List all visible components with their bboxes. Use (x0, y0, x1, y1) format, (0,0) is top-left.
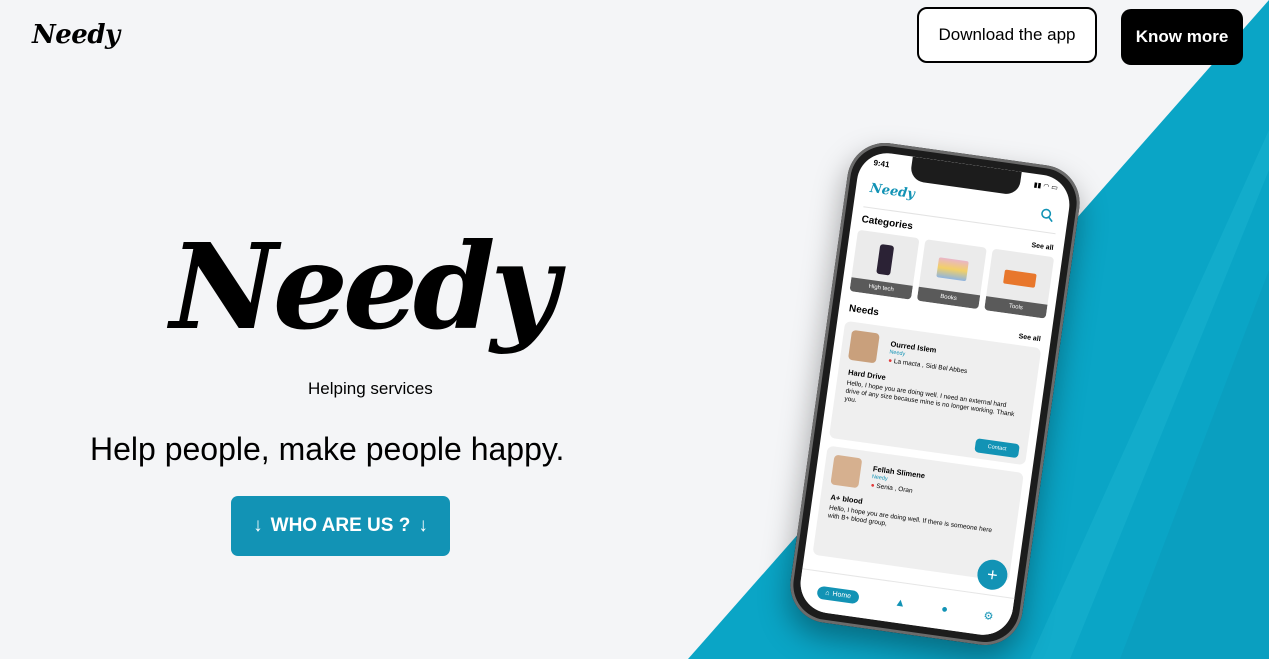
app-logo: Needy (868, 181, 916, 203)
contact-button[interactable]: Contact (974, 438, 1020, 459)
need-body: Hello, I hope you are doing well. If the… (827, 504, 993, 535)
avatar (830, 454, 863, 489)
categories-title: Categories (860, 214, 914, 233)
category-card[interactable]: Tools (984, 248, 1055, 319)
hero-subtitle: Helping services (308, 379, 433, 398)
need-location: ● Senia , Oran (870, 482, 913, 495)
need-body: Hello, I hope you are doing well. I need… (843, 379, 1015, 419)
location-pin-icon: ● (870, 481, 876, 490)
phone-notch (909, 156, 1022, 196)
phone-icon (876, 243, 895, 276)
categories-see-all[interactable]: See all (1031, 242, 1054, 252)
category-card[interactable]: Books (916, 239, 987, 310)
nav-home-label: Home (832, 590, 852, 600)
needs-see-all[interactable]: See all (1018, 333, 1041, 343)
paint-roller-icon (1003, 269, 1037, 288)
arrow-down-icon: ↓ (418, 515, 428, 536)
location-pin-icon[interactable]: ● (941, 603, 949, 616)
need-author-role: Needy (871, 474, 889, 483)
hero-brand-wordmark: Needy (170, 217, 559, 356)
status-time: 9:41 (872, 158, 891, 170)
need-location-text: Senia , Oran (875, 482, 913, 495)
categories-icon[interactable]: ▲ (894, 596, 906, 609)
arrow-down-icon: ↓ (253, 515, 263, 536)
need-location: ● La macta , Sidi Bel Abbes (888, 357, 968, 375)
categories-list: High tech Books Tools (849, 229, 1055, 319)
need-author-role: Needy (888, 349, 906, 358)
books-icon (936, 257, 969, 282)
tagline: Help people, make people happy. (90, 431, 565, 467)
need-card[interactable]: Ourred Islem Needy ● La macta , Sidi Bel… (828, 320, 1042, 466)
avatar (847, 329, 880, 364)
nav-home[interactable]: ⌂ Home (816, 585, 860, 604)
need-location-text: La macta , Sidi Bel Abbes (893, 357, 968, 376)
settings-gear-icon[interactable]: ⚙ (983, 608, 995, 622)
know-more-button[interactable]: Know more (1121, 9, 1243, 65)
needs-title: Needs (848, 303, 880, 319)
search-icon[interactable] (1039, 207, 1055, 223)
status-icons: ▮▮ ◠ ▭ (1033, 181, 1059, 193)
need-title: A+ blood (830, 492, 864, 506)
download-app-button[interactable]: Download the app (917, 7, 1097, 63)
location-pin-icon: ● (887, 357, 893, 365)
category-card[interactable]: High tech (849, 229, 920, 300)
home-icon: ⌂ (824, 589, 831, 597)
logo[interactable]: Needy (32, 20, 120, 50)
who-are-us-label: WHO ARE US ? (270, 515, 411, 536)
who-are-us-button[interactable]: ↓ WHO ARE US ? ↓ (231, 496, 450, 556)
